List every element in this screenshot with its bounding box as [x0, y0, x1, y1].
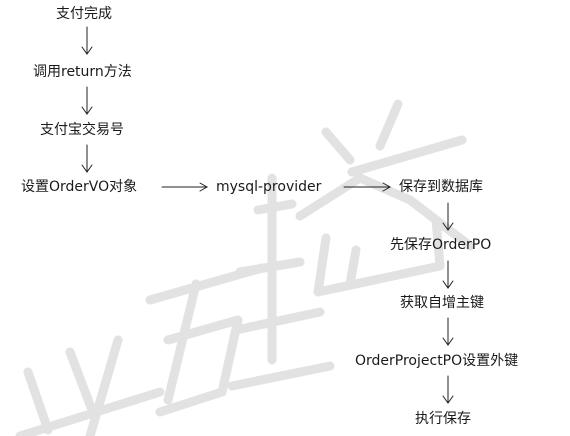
node-execute-save: 执行保存 — [415, 411, 471, 427]
node-save-orderpo: 先保存OrderPO — [390, 237, 492, 253]
node-get-autoinc: 获取自增主键 — [400, 295, 484, 311]
node-alipay-no: 支付宝交易号 — [40, 122, 124, 138]
arrow-down-7 — [442, 375, 454, 404]
node-set-fk: OrderProjectPO设置外键 — [355, 353, 519, 369]
node-mysql-provider: mysql-provider — [216, 179, 322, 195]
node-call-return: 调用return方法 — [33, 64, 132, 80]
arrow-down-5 — [442, 260, 454, 289]
node-pay-done: 支付完成 — [56, 6, 112, 22]
arrow-down-1 — [81, 26, 93, 55]
arrow-down-6 — [442, 317, 454, 346]
arrow-down-2 — [81, 86, 93, 115]
node-save-db: 保存到数据库 — [399, 179, 483, 195]
arrow-right-2 — [343, 182, 392, 192]
arrow-down-4 — [442, 202, 454, 231]
arrow-down-3 — [81, 144, 93, 173]
arrow-right-1 — [161, 182, 209, 192]
flow-diagram: 支付完成 调用return方法 支付宝交易号 设置OrderVO对象 mysql… — [0, 0, 570, 436]
node-set-ordervo: 设置OrderVO对象 — [21, 179, 138, 195]
